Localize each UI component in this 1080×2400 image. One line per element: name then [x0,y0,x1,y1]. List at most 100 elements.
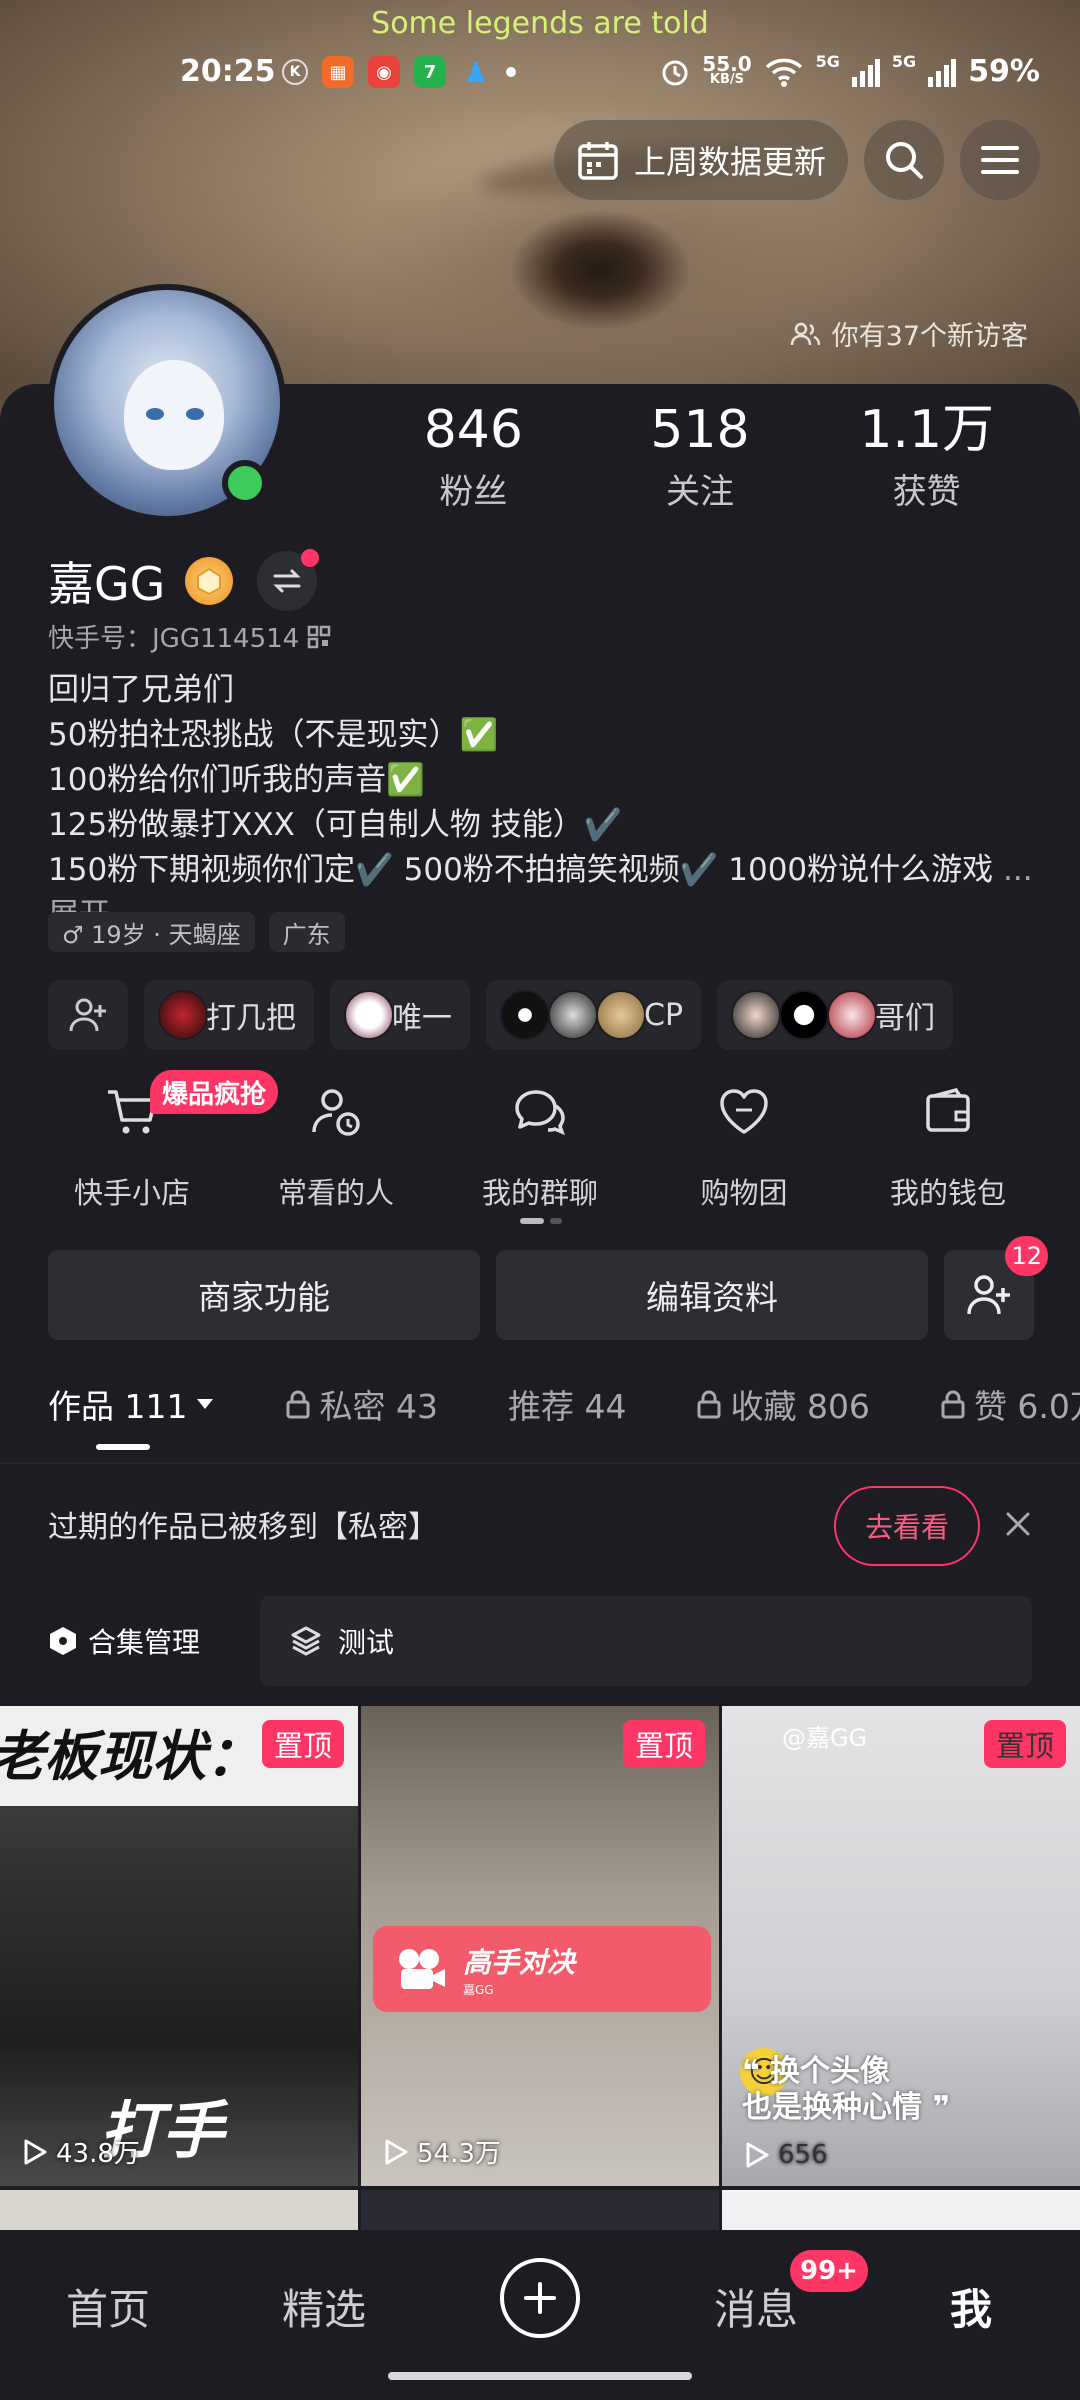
feature-label: 购物团 [700,1176,788,1210]
video-thumbnail[interactable]: 高手对决 嘉GG 置顶 54.3万 [361,1706,719,2186]
collection-row: 合集管理 测试 [48,1596,1032,1686]
stat-fans-label: 粉丝 [439,472,508,512]
user-id[interactable]: 快手号：JGG114514 [48,618,331,655]
edit-profile-button[interactable]: 编辑资料 [496,1250,928,1340]
nav-messages[interactable]: 消息 [714,2276,798,2337]
tab-label: 赞 6.0万 [973,1387,1080,1426]
app-orange-icon: ▦ [322,56,354,88]
calendar-icon [578,142,618,180]
new-visitors-link[interactable]: 你有37个新访客 [790,314,1028,353]
group-chip[interactable]: CP [486,980,702,1050]
home-indicator[interactable] [388,2372,692,2380]
signal-bars-2-icon [928,58,957,87]
tab-private[interactable]: 私密 43 [285,1380,438,1428]
video-thumbnail[interactable] [361,2190,719,2230]
lock-icon [941,1390,965,1419]
net-speed: 55.0 KB/S [702,51,752,87]
play-icon [385,2139,408,2164]
add-person-icon [967,1275,1010,1315]
add-friends-button[interactable]: 12 [944,1236,1048,1340]
add-friend-chip[interactable] [48,980,128,1050]
merchant-function-button[interactable]: 商家功能 [48,1250,480,1340]
messages-badge: 99+ [790,2250,868,2292]
profile-actions: 商家功能 编辑资料 12 [48,1236,1048,1340]
bio-line: 回归了兄弟们 [48,672,234,708]
nav-me[interactable]: 我 [950,2276,992,2337]
switch-account-button[interactable] [257,549,320,611]
status-right: 55.0 KB/S 5G 5G 59% [660,51,1040,89]
group-label: CP [644,997,684,1033]
tabs-divider [0,1462,1080,1464]
play-count: 656 [744,2140,828,2170]
search-button[interactable] [864,120,944,200]
group-label: 唯一 [392,1001,452,1036]
signal-1: 5G [815,52,840,71]
play-icon [746,2142,769,2168]
feature-label: 我的群聊 [481,1176,598,1210]
play-icon [24,2139,47,2164]
layers-icon [291,1626,321,1656]
online-status-dot [222,460,268,506]
video-headline: 老板现状： [0,1725,260,1788]
feature-label: 我的钱包 [889,1176,1006,1210]
group-chip[interactable]: 唯一 [330,980,470,1050]
group-label: 打几把 [206,1001,296,1036]
data-update-button[interactable]: 上周数据更新 [553,120,848,200]
stat-fans[interactable]: 846 粉丝 [360,400,587,513]
stat-likes[interactable]: 1.1万 获赞 [813,400,1040,513]
group-chip[interactable]: 哥们 [717,980,954,1050]
feature-label: 常看的人 [277,1176,394,1210]
status-time: 20:25 [180,54,276,89]
kuaishou-k-icon: K [282,59,308,85]
group-avatar [827,990,878,1040]
close-icon [1006,1512,1030,1536]
qq-icon: ♟ [463,55,489,89]
group-label: 哥们 [875,1001,936,1036]
feature-shopping-group[interactable]: 购物团 [642,1070,846,1212]
video-thumbnail[interactable] [722,2190,1080,2230]
group-chip[interactable]: 打几把 [144,980,314,1050]
signal-bars-icon [851,58,880,87]
now-playing-banner: Some legends are told [371,6,709,41]
video-thumbnail[interactable] [0,2190,358,2230]
play-count: 43.8万 [22,2133,140,2170]
lock-icon [697,1390,721,1419]
video-thumbnail[interactable]: @嘉GG ☺ ❝ 换个头像 也是换种心情 ❞ 置顶 656 [722,1706,1080,2186]
tab-favorites[interactable]: 收藏 806 [696,1380,870,1428]
nav-featured[interactable]: 精选 [282,2276,366,2337]
level-badge-icon[interactable] [185,557,234,605]
status-bar: 20:25 K ▦ ◉ 7 ♟ 55.0 KB/S 5G 5G 59% [0,52,1080,96]
pinned-badge: 置顶 [622,1720,705,1768]
profile-stats: 846 粉丝 518 关注 1.1万 获赞 [360,400,1040,513]
feature-shortcuts: 快手小店 常看的人 我的群聊 购物团 我的钱包 爆品疯抢 [30,1070,1050,1212]
tab-recommend[interactable]: 推荐 44 [508,1380,626,1428]
video-thumbnail[interactable]: 老板现状： 打手 置顶 43.8万 [0,1706,358,2186]
feature-wallet[interactable]: 我的钱包 [846,1070,1050,1212]
create-button[interactable] [500,2258,580,2338]
feature-group-chat[interactable]: 我的群聊 [438,1070,642,1212]
profile-bio[interactable]: 回归了兄弟们 50粉拍社恐挑战（不是现实）✅ 100粉给你们听我的声音✅ 125… [48,668,1048,938]
video-title-card: 高手对决 嘉GG [373,1926,711,2012]
tag-location: 广东 [268,912,345,952]
lock-icon [286,1390,310,1419]
heart-group-icon [720,1089,768,1134]
friend-request-count: 12 [1005,1236,1048,1276]
collection-chip[interactable]: 测试 [260,1596,1032,1686]
group-avatar [779,990,830,1040]
tab-works[interactable]: 作品 111 [48,1380,215,1450]
nav-home[interactable]: 首页 [66,2276,150,2337]
feature-page-indicator [520,1218,562,1224]
menu-button[interactable] [960,120,1040,200]
close-notice-button[interactable] [998,1504,1038,1544]
app-green-7-icon: 7 [414,56,446,88]
profile-name: 嘉GG [48,557,166,611]
collection-manage-button[interactable]: 合集管理 [48,1621,238,1661]
notice-text: 过期的作品已被移到【私密】 [48,1510,438,1545]
tag-age-zodiac: ♂ 19岁 · 天蝎座 [48,912,255,952]
stat-following[interactable]: 518 关注 [587,400,814,513]
tab-likes[interactable]: 赞 6.0万 [940,1380,1080,1428]
notification-icons: K ▦ ◉ 7 ♟ [282,55,516,89]
qr-code-icon[interactable] [307,625,331,649]
go-see-button[interactable]: 去看看 [834,1486,980,1566]
wifi-icon [765,58,802,87]
